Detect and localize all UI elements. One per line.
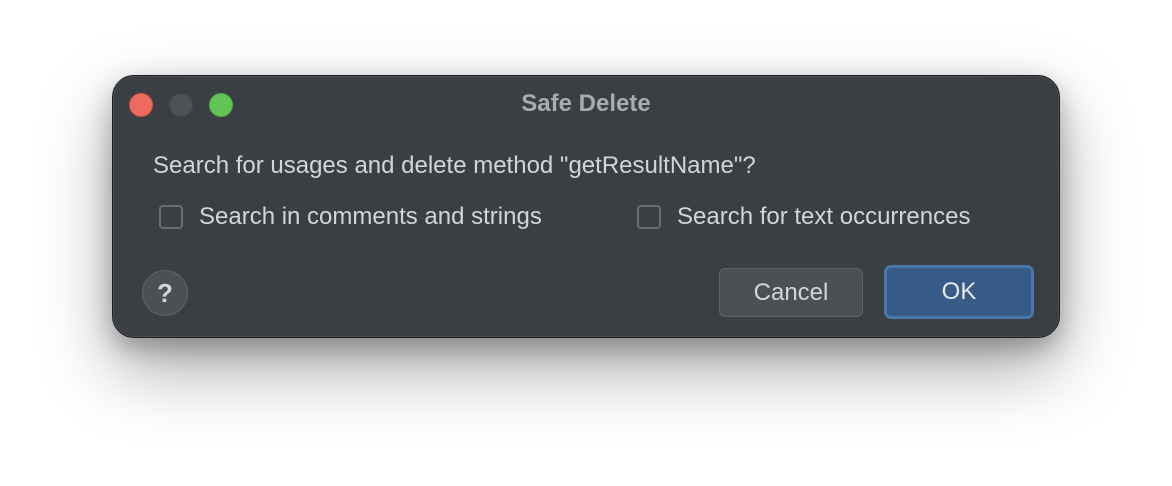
search-text-checkbox[interactable]: [637, 205, 661, 229]
cancel-button[interactable]: Cancel: [719, 268, 863, 317]
dialog-title: Safe Delete: [521, 90, 651, 117]
search-text-label[interactable]: Search for text occurrences: [677, 202, 970, 232]
search-text-option[interactable]: Search for text occurrences: [637, 202, 970, 232]
safe-delete-dialog: Safe Delete Search for usages and delete…: [112, 75, 1060, 338]
search-comments-label[interactable]: Search in comments and strings: [199, 202, 542, 232]
search-comments-checkbox[interactable]: [159, 205, 183, 229]
confirmation-message: Search for usages and delete method "get…: [153, 152, 756, 179]
ok-button[interactable]: OK: [884, 265, 1034, 319]
help-button[interactable]: ?: [142, 270, 188, 316]
stage: Safe Delete Search for usages and delete…: [0, 0, 1172, 486]
search-comments-option[interactable]: Search in comments and strings: [159, 202, 542, 232]
help-icon: ?: [157, 277, 173, 308]
